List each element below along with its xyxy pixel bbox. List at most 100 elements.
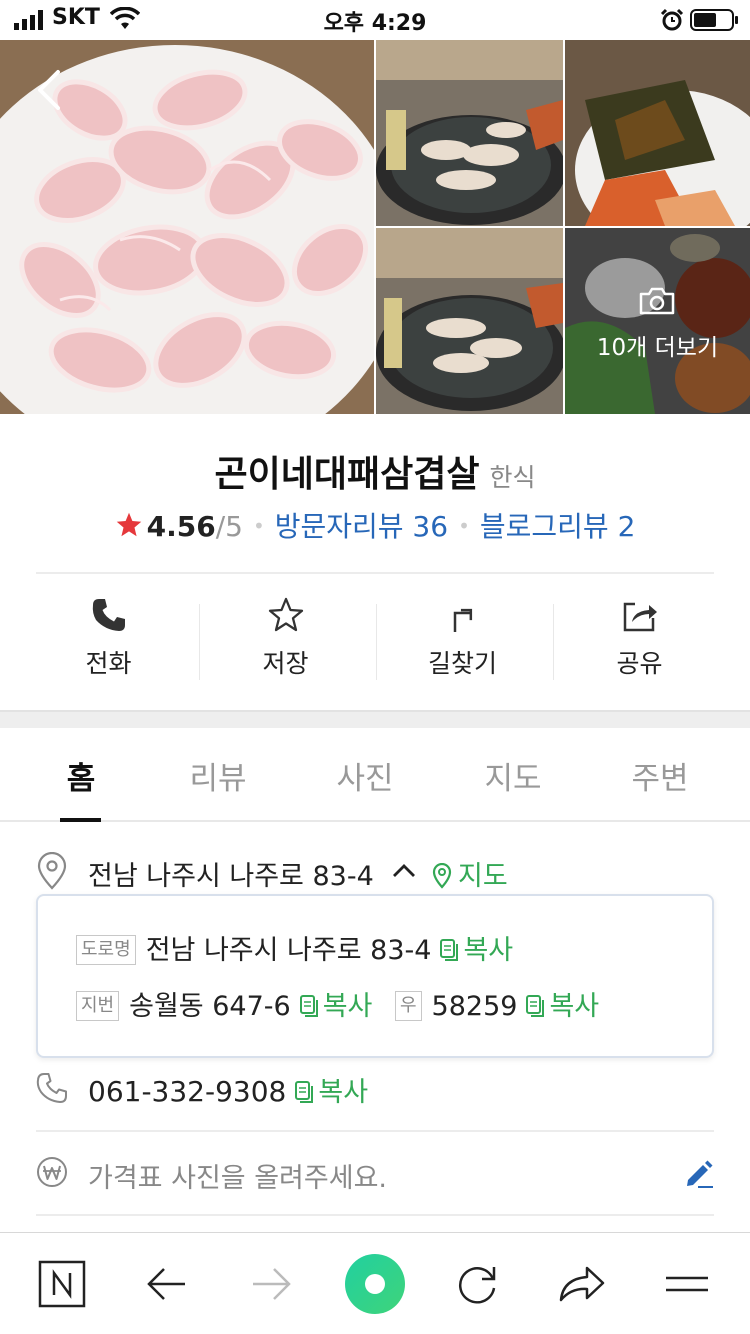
clock: 오후 4:29 bbox=[323, 11, 427, 36]
refresh-icon bbox=[458, 1267, 496, 1304]
lot-address-tag: 지번 bbox=[76, 991, 120, 1021]
action-bar: 전화 저장 길찾기 공유 bbox=[20, 596, 730, 686]
copy-label: 복사 bbox=[549, 991, 600, 1022]
refresh-button[interactable] bbox=[448, 1255, 506, 1313]
menu-button[interactable] bbox=[658, 1255, 716, 1313]
photo-main[interactable] bbox=[0, 40, 374, 414]
star-outline-icon bbox=[268, 597, 303, 632]
phone-row: 061-332-9308 복사 bbox=[36, 1070, 714, 1110]
share-button[interactable]: 공유 bbox=[551, 596, 728, 686]
pencil-icon[interactable] bbox=[684, 1158, 714, 1188]
arrow-right-icon bbox=[253, 1268, 291, 1300]
forward-button[interactable] bbox=[242, 1255, 300, 1313]
tab-home[interactable]: 홈 bbox=[8, 753, 154, 798]
save-label: 저장 bbox=[262, 649, 309, 678]
lot-address-line: 지번 송월동 647-6 복사 우 58259 복사 bbox=[76, 984, 599, 1023]
phone-number[interactable]: 061-332-9308 bbox=[88, 1075, 286, 1108]
copy-phone-button[interactable]: 복사 bbox=[294, 1077, 368, 1108]
separator-dot: • bbox=[252, 514, 265, 538]
won-icon bbox=[37, 1157, 67, 1187]
address-summary: 전남 나주시 나주로 83-4 bbox=[88, 861, 374, 892]
photo-gallery: my 10개 더보기 bbox=[0, 40, 750, 414]
divider bbox=[36, 1130, 714, 1132]
back-button[interactable] bbox=[138, 1255, 196, 1313]
place-name: 곤이네대패삼겹살 bbox=[214, 454, 480, 495]
chevron-up-icon[interactable] bbox=[392, 862, 416, 878]
tab-nearby[interactable]: 주변 bbox=[587, 753, 733, 798]
location-pin-icon bbox=[37, 852, 67, 890]
status-bar: SKT 오후 4:29 bbox=[0, 0, 750, 40]
price-row[interactable]: 가격표 사진을 올려주세요. bbox=[36, 1154, 714, 1194]
copy-label: 복사 bbox=[463, 935, 514, 966]
tab-photos[interactable]: 사진 bbox=[292, 753, 438, 798]
rating-max: /5 bbox=[215, 510, 243, 543]
copy-icon bbox=[526, 995, 545, 1017]
naver-home-button[interactable] bbox=[33, 1255, 91, 1313]
call-label: 전화 bbox=[85, 649, 132, 678]
tab-bar: 홈 리뷰 사진 지도 주변 bbox=[0, 728, 750, 822]
back-icon[interactable] bbox=[28, 68, 72, 112]
map-link-label: 지도 bbox=[458, 861, 508, 892]
road-address-line: 도로명 전남 나주시 나주로 83-4 복사 bbox=[76, 928, 513, 967]
visitor-reviews-link[interactable]: 방문자리뷰 36 bbox=[275, 510, 448, 543]
postal-code: 58259 bbox=[431, 991, 518, 1022]
copy-label: 복사 bbox=[318, 1077, 369, 1108]
directions-icon bbox=[453, 608, 472, 632]
road-address-tag: 도로명 bbox=[76, 935, 136, 965]
copy-icon bbox=[295, 1081, 314, 1103]
postal-code-tag: 우 bbox=[394, 991, 422, 1021]
share-icon bbox=[623, 602, 657, 632]
directions-button[interactable]: 길찾기 bbox=[374, 596, 551, 686]
phone-number-line: 061-332-9308 복사 bbox=[88, 1070, 368, 1109]
alarm-icon bbox=[660, 8, 684, 31]
road-address: 전남 나주시 나주로 83-4 bbox=[145, 935, 432, 966]
address-row[interactable]: 전남 나주시 나주로 83-4 지도 bbox=[36, 852, 714, 892]
more-photos-label: 10개 더보기 bbox=[596, 335, 719, 361]
lot-address: 송월동 647-6 bbox=[129, 991, 291, 1022]
address-detail-box: 도로명 전남 나주시 나주로 83-4 복사 지번 송월동 647-6 복사 우 5825… bbox=[36, 894, 714, 1058]
divider bbox=[36, 1214, 714, 1216]
copy-road-address-button[interactable]: 복사 bbox=[439, 935, 513, 966]
arrow-left-icon bbox=[147, 1268, 185, 1300]
copy-icon bbox=[299, 995, 318, 1017]
section-gap bbox=[0, 710, 750, 728]
rating-row: 4.56/5 • 방문자리뷰 36 • 블로그리뷰 2 bbox=[0, 505, 750, 545]
green-dot-button[interactable] bbox=[344, 1253, 406, 1315]
save-button[interactable]: 저장 bbox=[197, 596, 374, 686]
green-dot-icon bbox=[345, 1254, 405, 1314]
camera-icon bbox=[639, 287, 675, 315]
share-label: 공유 bbox=[616, 649, 663, 678]
photo-grill-2[interactable] bbox=[376, 228, 563, 414]
tab-reviews[interactable]: 리뷰 bbox=[145, 753, 291, 798]
copy-lot-address-button[interactable]: 복사 bbox=[299, 991, 373, 1022]
active-tab-indicator bbox=[60, 818, 101, 822]
photo-kimchi[interactable]: my bbox=[565, 40, 750, 226]
naver-n-icon bbox=[38, 1260, 86, 1308]
browser-toolbar bbox=[0, 1232, 750, 1334]
rating-value: 4.56 bbox=[146, 510, 216, 543]
tab-map[interactable]: 지도 bbox=[440, 753, 586, 798]
price-placeholder: 가격표 사진을 올려주세요. bbox=[88, 1163, 387, 1194]
place-category: 한식 bbox=[489, 463, 536, 492]
phone-outline-icon bbox=[36, 1073, 67, 1103]
more-photos-overlay[interactable]: 10개 더보기 bbox=[565, 228, 750, 414]
share-page-button[interactable] bbox=[553, 1255, 611, 1313]
copy-label: 복사 bbox=[322, 991, 373, 1022]
phone-icon bbox=[92, 599, 125, 631]
photo-more[interactable]: 10개 더보기 bbox=[565, 228, 750, 414]
directions-label: 길찾기 bbox=[427, 649, 497, 678]
map-pin-icon bbox=[432, 863, 452, 889]
battery-icon bbox=[690, 9, 738, 31]
blog-reviews-link[interactable]: 블로그리뷰 2 bbox=[480, 510, 636, 543]
star-icon bbox=[116, 512, 141, 537]
call-button[interactable]: 전화 bbox=[20, 596, 197, 686]
title-row: 곤이네대패삼겹살 한식 bbox=[0, 445, 750, 497]
copy-postal-code-button[interactable]: 복사 bbox=[525, 991, 599, 1022]
separator-dot: • bbox=[458, 514, 470, 538]
copy-icon bbox=[440, 939, 459, 961]
share-arrow-icon bbox=[559, 1266, 605, 1302]
photo-grill-1[interactable] bbox=[376, 40, 563, 226]
hamburger-icon bbox=[666, 1276, 708, 1292]
map-link[interactable]: 지도 bbox=[432, 854, 508, 893]
divider bbox=[36, 572, 714, 574]
